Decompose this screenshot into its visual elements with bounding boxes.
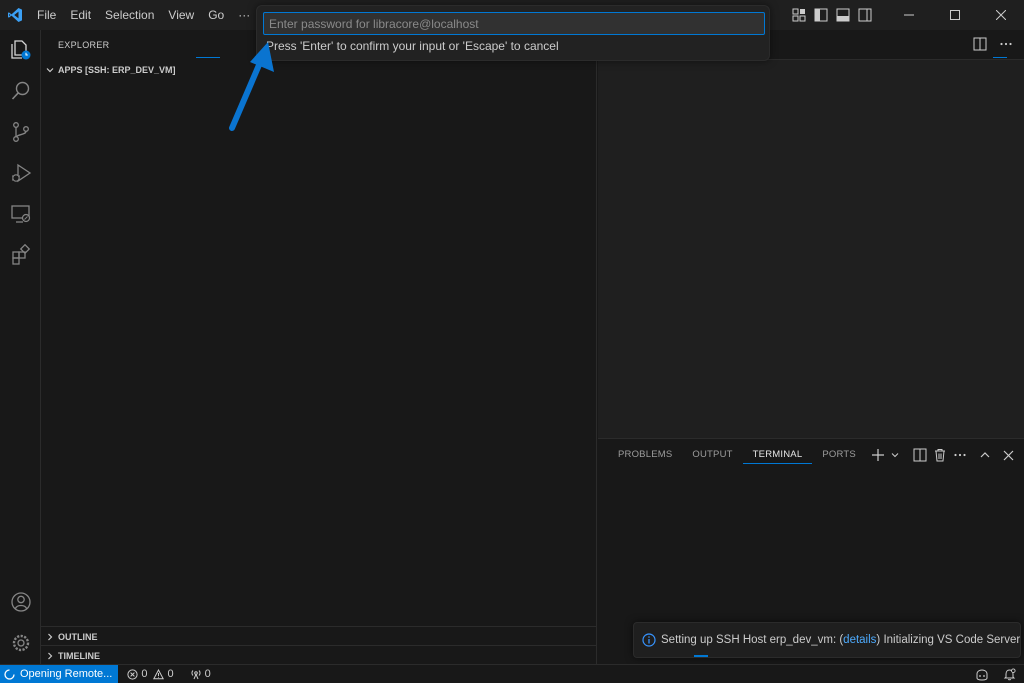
menu-go[interactable]: Go [201,0,231,30]
ports-count: 0 [204,668,211,680]
loading-spinner-icon [4,668,15,680]
outline-label: OUTLINE [58,631,98,642]
remote-indicator[interactable]: Opening Remote... [0,664,119,683]
info-icon [642,633,656,647]
panel-tab-bar: PROBLEMS OUTPUT TERMINAL PORTS [608,447,866,464]
error-icon [127,668,138,680]
warning-count: 0 [167,668,174,680]
timeline-label: TIMELINE [58,650,100,661]
search-icon[interactable] [0,71,41,111]
close-window-button[interactable] [978,0,1024,30]
chevron-right-icon [41,651,58,661]
toggle-panel-icon[interactable] [834,6,852,24]
password-field-box [263,12,765,35]
more-actions-icon[interactable] [998,36,1014,52]
explorer-icon[interactable] [0,30,41,70]
menu-selection[interactable]: Selection [98,0,161,30]
copilot-icon[interactable] [975,668,989,681]
menu-edit[interactable]: Edit [63,0,98,30]
maximize-icon [950,10,960,20]
tab-terminal[interactable]: TERMINAL [742,447,813,464]
password-prompt: Press 'Enter' to confirm your input or '… [256,5,770,61]
toggle-secondary-sidebar-icon[interactable] [856,6,874,24]
sidebar-focus-indicator [196,57,220,58]
explorer-sidebar: EXPLORER APPS [SSH: ERP_DEV_VM] OUTLINE … [41,30,597,664]
annotation-arrow-icon [229,42,274,131]
close-panel-icon[interactable] [1003,447,1014,463]
source-control-icon[interactable] [0,112,41,152]
menu-bar: File Edit Selection View Go ··· [30,0,257,30]
minimize-icon [904,14,914,16]
remote-status-label: Opening Remote... [20,668,113,680]
error-count: 0 [141,668,148,680]
menu-view[interactable]: View [161,0,201,30]
manage-gear-icon[interactable] [0,623,41,663]
notification-toast: Setting up SSH Host erp_dev_vm: (details… [633,622,1021,658]
ports-status[interactable]: 0 [185,668,216,680]
sidebar-title: EXPLORER [58,40,110,50]
extensions-icon[interactable] [0,235,41,275]
maximize-button[interactable] [932,0,978,30]
split-terminal-icon[interactable] [913,447,927,463]
split-editor-icon[interactable] [972,36,988,52]
vscode-logo-icon [0,0,30,30]
run-debug-icon[interactable] [0,153,41,193]
close-icon [996,10,1006,20]
minimize-button[interactable] [886,0,932,30]
outline-section-header[interactable]: OUTLINE [41,627,596,646]
details-link[interactable]: details [843,634,876,646]
more-actions-icon[interactable] [953,447,967,463]
tab-ports[interactable]: PORTS [812,447,866,464]
editor-area [598,30,1024,438]
tab-problems[interactable]: PROBLEMS [608,447,682,464]
new-terminal-icon[interactable] [871,447,885,463]
remote-explorer-icon[interactable] [0,194,41,234]
problems-status[interactable]: 0 0 [122,668,178,680]
maximize-panel-icon[interactable] [979,447,991,463]
tab-output[interactable]: OUTPUT [682,447,742,464]
trash-icon[interactable] [933,447,947,463]
chevron-down-icon [41,65,58,75]
menu-more[interactable]: ··· [231,0,257,30]
workspace-folder-label: APPS [SSH: ERP_DEV_VM] [58,64,176,75]
warning-icon [153,668,165,679]
progress-indicator [694,655,708,657]
notifications-bell-icon[interactable] [1003,668,1016,681]
status-bar: Opening Remote... 0 0 0 [0,664,1024,683]
customize-layout-icon[interactable] [790,6,808,24]
toggle-primary-sidebar-icon[interactable] [812,6,830,24]
notification-text-start: Setting up SSH Host erp_dev_vm: ( [661,634,844,646]
prompt-hint: Press 'Enter' to confirm your input or '… [266,39,559,53]
timeline-section-header[interactable]: TIMELINE [41,646,596,665]
chevron-down-icon[interactable] [891,447,899,463]
workspace-folder-header[interactable]: APPS [SSH: ERP_DEV_VM] [41,60,596,79]
menu-file[interactable]: File [30,0,63,30]
broadcast-icon [191,669,201,679]
activity-bar [0,30,41,664]
accounts-icon[interactable] [0,582,41,622]
notification-text-end: ) Initializing VS Code Server [876,634,1021,646]
chevron-right-icon [41,632,58,642]
password-input[interactable] [264,13,764,34]
editor-focus-indicator [993,57,1007,58]
